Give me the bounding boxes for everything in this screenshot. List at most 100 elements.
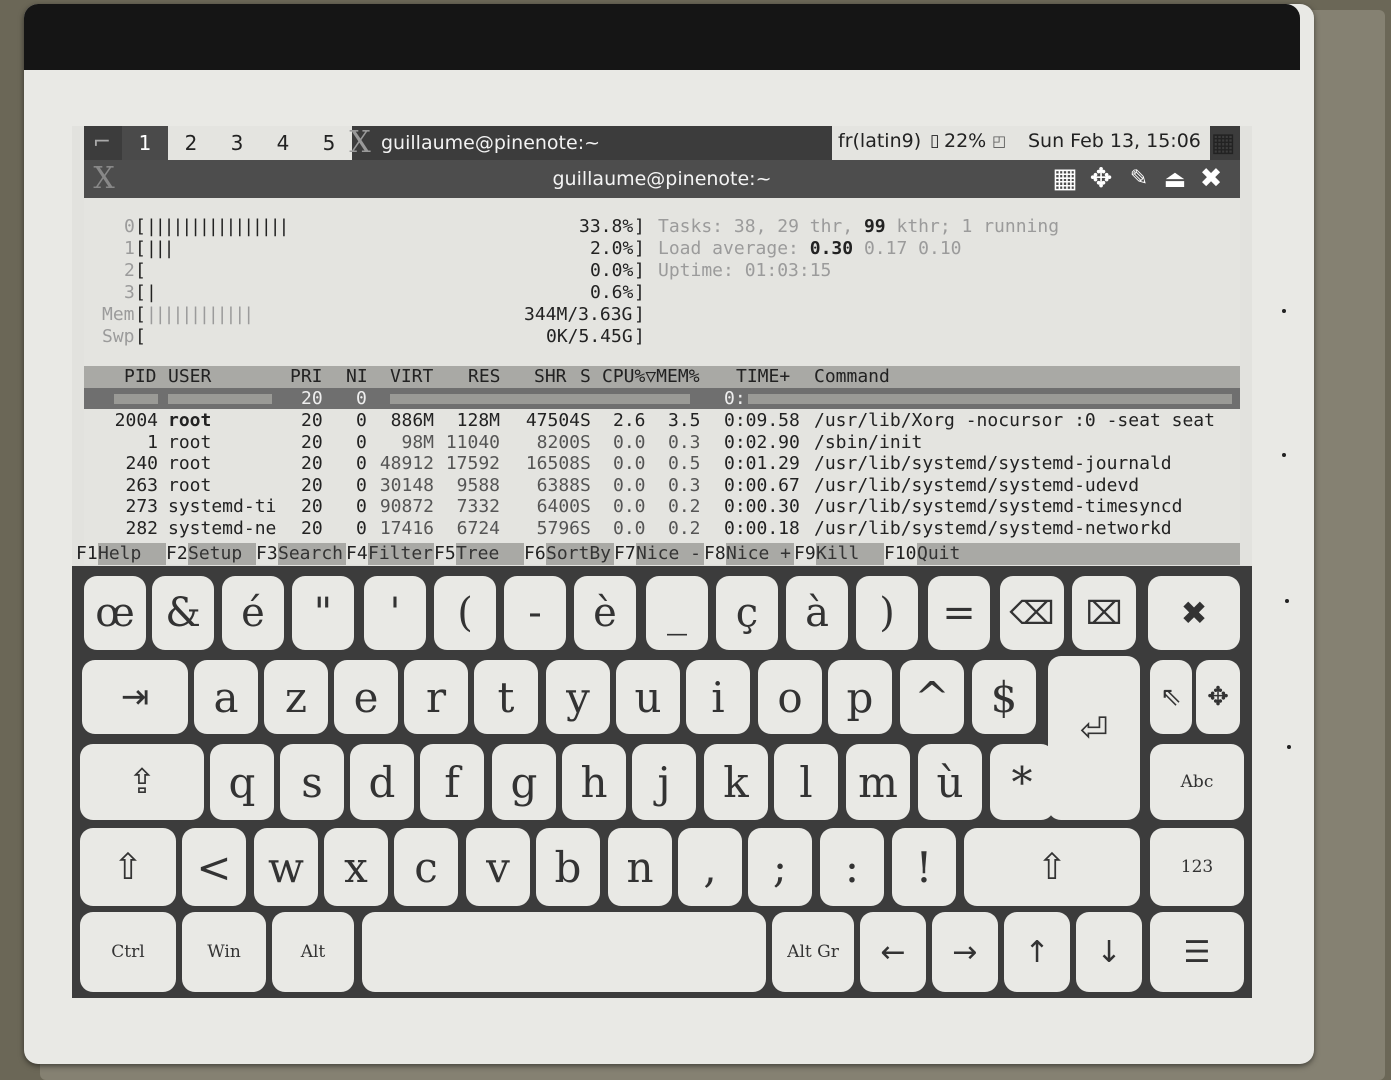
- col-res[interactable]: RES: [468, 366, 501, 388]
- down-arrow-icon[interactable]: ↓: [1076, 912, 1142, 992]
- col-cpu-mem[interactable]: CPU%▽MEM%: [602, 366, 700, 388]
- key-2-row3[interactable]: s: [280, 744, 344, 820]
- key-5-row4[interactable]: v: [466, 828, 530, 906]
- key-3-row1[interactable]: é: [222, 576, 284, 650]
- delete-icon[interactable]: ⌧: [1072, 576, 1136, 650]
- key-^[interactable]: ^: [900, 660, 964, 734]
- f9-label[interactable]: Kill: [816, 543, 884, 565]
- move-window-icon[interactable]: ✥: [1084, 162, 1118, 196]
- key-9-row3[interactable]: l: [774, 744, 838, 820]
- f6-label[interactable]: SortBy: [546, 543, 614, 565]
- key-1-row3[interactable]: q: [210, 744, 274, 820]
- left-arrow-icon[interactable]: ←: [860, 912, 926, 992]
- capslock-icon[interactable]: ⇪: [80, 744, 204, 820]
- f7-key[interactable]: F7: [614, 543, 636, 565]
- menu-icon[interactable]: ☰: [1150, 912, 1244, 992]
- key-6-row1[interactable]: (: [434, 576, 496, 650]
- key-13-row1[interactable]: =: [928, 576, 990, 650]
- col-user[interactable]: USER: [168, 366, 211, 388]
- key-11-row4[interactable]: !: [892, 828, 956, 906]
- shift-left-icon[interactable]: ⇧: [80, 828, 176, 906]
- key-u[interactable]: u: [616, 660, 680, 734]
- pin-icon[interactable]: ✎: [1122, 162, 1156, 196]
- key-9-row4[interactable]: ;: [748, 828, 812, 906]
- key-7-row3[interactable]: j: [632, 744, 696, 820]
- key-1-row1[interactable]: œ: [84, 576, 146, 650]
- key-i[interactable]: i: [686, 660, 750, 734]
- keyboard-layout[interactable]: fr(latin9): [838, 126, 921, 156]
- panel-window-title[interactable]: guillaume@pinenote:~: [381, 126, 600, 160]
- win-key[interactable]: Win: [182, 912, 266, 992]
- key-12-row3[interactable]: *: [990, 744, 1054, 820]
- tile-icon[interactable]: ▦: [1048, 162, 1082, 196]
- key-1-row4[interactable]: <: [182, 828, 246, 906]
- 123-mode-key[interactable]: 123: [1150, 828, 1244, 906]
- f4-key[interactable]: F4: [346, 543, 368, 565]
- workspace-4[interactable]: 4: [260, 126, 306, 160]
- f8-label[interactable]: Nice +: [726, 543, 794, 565]
- key-z[interactable]: z: [264, 660, 328, 734]
- key-r[interactable]: r: [404, 660, 468, 734]
- f2-key[interactable]: F2: [166, 543, 188, 565]
- f9-key[interactable]: F9: [794, 543, 816, 565]
- f3-label[interactable]: Search: [278, 543, 346, 565]
- key-9-row1[interactable]: _: [646, 576, 708, 650]
- key-p[interactable]: p: [828, 660, 892, 734]
- ctrl-key[interactable]: Ctrl: [80, 912, 176, 992]
- shift-right-icon[interactable]: ⇧: [964, 828, 1140, 906]
- tab-icon[interactable]: ⇥: [82, 660, 188, 734]
- key-10-row4[interactable]: :: [820, 828, 884, 906]
- f1-label[interactable]: Help: [98, 543, 166, 565]
- f10-label[interactable]: Quit: [917, 543, 1240, 565]
- key-2-row4[interactable]: w: [254, 828, 318, 906]
- col-command[interactable]: Command: [814, 366, 890, 388]
- key-7-row1[interactable]: -: [504, 576, 566, 650]
- key-4-row3[interactable]: f: [420, 744, 484, 820]
- up-arrow-icon[interactable]: ↑: [1004, 912, 1070, 992]
- key-10-row1[interactable]: ç: [716, 576, 778, 650]
- key-12-row1[interactable]: ): [856, 576, 918, 650]
- f2-label[interactable]: Setup: [188, 543, 256, 565]
- f5-label[interactable]: Tree: [456, 543, 524, 565]
- workspace-3[interactable]: 3: [214, 126, 260, 160]
- close-window-icon[interactable]: ✖: [1194, 162, 1228, 196]
- abc-mode-key[interactable]: Abc: [1150, 744, 1244, 820]
- move-icon[interactable]: ✥: [1196, 660, 1240, 734]
- f8-key[interactable]: F8: [704, 543, 726, 565]
- key-11-row3[interactable]: ù: [918, 744, 982, 820]
- col-shr[interactable]: SHR: [534, 366, 567, 388]
- altgr-key[interactable]: Alt Gr: [772, 912, 854, 992]
- key-a[interactable]: a: [194, 660, 258, 734]
- f4-label[interactable]: Filter: [368, 543, 434, 565]
- key-$[interactable]: $: [972, 660, 1036, 734]
- col-ni[interactable]: NI: [346, 366, 368, 388]
- key-4-row4[interactable]: c: [394, 828, 458, 906]
- col-pid[interactable]: PID: [124, 366, 157, 388]
- key-8-row3[interactable]: k: [704, 744, 768, 820]
- app-grid-icon[interactable]: ▦: [1206, 128, 1240, 158]
- maximize-icon[interactable]: ⏏: [1158, 162, 1192, 196]
- htop-terminal[interactable]: 0 [ |||||||||||||||| 33.8% ] 1 [ ||| 2.0…: [84, 198, 1240, 564]
- alt-key[interactable]: Alt: [272, 912, 354, 992]
- f5-key[interactable]: F5: [434, 543, 456, 565]
- key-6-row4[interactable]: b: [536, 828, 600, 906]
- key-2-row1[interactable]: &: [152, 576, 214, 650]
- key-11-row1[interactable]: à: [786, 576, 848, 650]
- key-5-row3[interactable]: g: [492, 744, 556, 820]
- key-8-row4[interactable]: ,: [678, 828, 742, 906]
- col-pri[interactable]: PRI: [290, 366, 323, 388]
- col-virt[interactable]: VIRT: [390, 366, 433, 388]
- right-arrow-icon[interactable]: →: [932, 912, 998, 992]
- key-4-row1[interactable]: ": [292, 576, 354, 650]
- workspace-2[interactable]: 2: [168, 126, 214, 160]
- workspace-1[interactable]: 1: [122, 126, 168, 160]
- key-6-row3[interactable]: h: [562, 744, 626, 820]
- network-icon[interactable]: ◰: [992, 126, 1006, 156]
- key-o[interactable]: o: [758, 660, 822, 734]
- key-5-row1[interactable]: ': [364, 576, 426, 650]
- f7-label[interactable]: Nice -: [636, 543, 704, 565]
- key-8-row1[interactable]: è: [574, 576, 636, 650]
- backspace-icon[interactable]: ⌫: [1000, 576, 1064, 650]
- pointer-icon[interactable]: ⇖: [1150, 660, 1192, 734]
- menu-logo-icon[interactable]: ⌐: [88, 129, 116, 157]
